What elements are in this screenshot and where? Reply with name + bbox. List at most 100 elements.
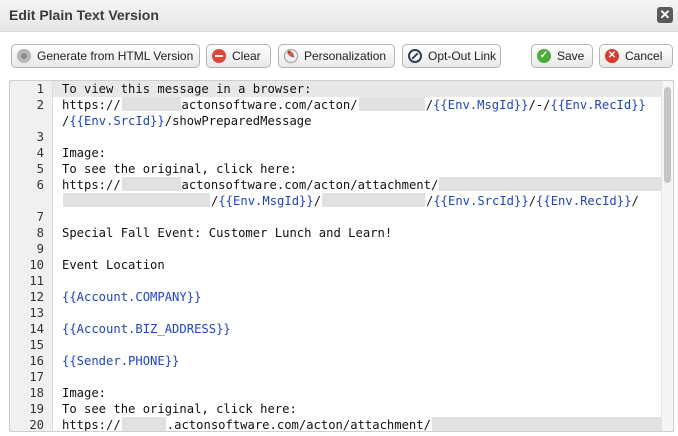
line-number: 6 bbox=[36, 178, 44, 192]
line-text: https:// actonsoftware.com/acton/ /{{Env.M… bbox=[62, 97, 646, 113]
plain-text-editor[interactable]: 1 To view this message in a browser: 2 http… bbox=[9, 80, 674, 432]
opt-out-link-button[interactable]: Opt-Out Link bbox=[402, 44, 501, 68]
editor-line[interactable]: 6 https:// actonsoftware.com/acton/attachm… bbox=[10, 177, 673, 193]
line-number: 20 bbox=[29, 418, 44, 432]
editor-line[interactable]: 17 bbox=[10, 369, 665, 385]
redacted-text bbox=[121, 417, 166, 431]
dialog-titlebar: Edit Plain Text Version ✕ bbox=[0, 0, 678, 32]
editor-line[interactable]: /{{Env.SrcId}}/showPreparedMessage bbox=[10, 113, 665, 129]
editor-line[interactable]: /{{Env.MsgId}}//{{Env.SrcId}}/{{Env.RecI… bbox=[10, 193, 665, 209]
line-number: 7 bbox=[36, 210, 44, 224]
cancel-icon: ✕ bbox=[605, 49, 619, 63]
line-number: 5 bbox=[36, 162, 44, 176]
line-text: Special Fall Event: Customer Lunch and L… bbox=[62, 225, 392, 241]
vertical-scrollbar[interactable] bbox=[661, 81, 673, 431]
redacted-text bbox=[358, 97, 425, 111]
clear-button[interactable]: Clear bbox=[206, 44, 271, 68]
gear-icon bbox=[17, 49, 31, 63]
line-text: Image: bbox=[62, 145, 106, 161]
clear-icon bbox=[212, 49, 226, 63]
redacted-text bbox=[121, 97, 181, 111]
line-text: https:// .actonsoftware.com/acton/attachm… bbox=[62, 417, 668, 432]
merge-token: {{Account.COMPANY}} bbox=[62, 290, 202, 304]
dialog-title: Edit Plain Text Version bbox=[9, 7, 159, 23]
text-segment: To view this message in a browser: bbox=[62, 82, 312, 96]
editor-line[interactable]: 3 bbox=[10, 129, 665, 145]
line-number: 4 bbox=[36, 146, 44, 160]
line-text: To see the original, click here: bbox=[62, 161, 297, 177]
line-number: 8 bbox=[36, 226, 44, 240]
text-segment: https:// bbox=[62, 98, 121, 112]
editor-line[interactable]: 14 {{Account.BIZ_ADDRESS}} bbox=[10, 321, 665, 337]
text-segment: / bbox=[313, 194, 322, 208]
merge-token: {{Env.RecId}} bbox=[536, 194, 632, 208]
line-number: 19 bbox=[29, 402, 44, 416]
text-segment: /showPreparedMessage bbox=[164, 114, 312, 128]
text-segment: Image: bbox=[62, 386, 107, 400]
line-text: Image: bbox=[62, 385, 106, 401]
generate-from-html-label: Generate from HTML Version bbox=[37, 49, 194, 63]
line-text: {{Sender.PHONE}} bbox=[62, 353, 179, 369]
line-text: /{{Env.MsgId}}//{{Env.SrcId}}/{{Env.RecI… bbox=[62, 193, 639, 209]
line-text: To see the original, click here: bbox=[62, 401, 297, 417]
redacted-text bbox=[121, 177, 181, 191]
merge-token: {{Env.MsgId}} bbox=[433, 98, 529, 112]
line-number: 2 bbox=[36, 98, 44, 112]
save-button[interactable]: ✓ Save bbox=[531, 44, 593, 68]
line-number: 3 bbox=[36, 130, 44, 144]
text-segment: /-/ bbox=[528, 98, 551, 112]
text-segment: actonsoftware.com/acton/attachment/ bbox=[181, 178, 439, 192]
text-segment: / bbox=[425, 98, 434, 112]
text-segment: To see the original, click here: bbox=[62, 162, 297, 176]
scrollbar-thumb[interactable] bbox=[664, 87, 671, 183]
line-number: 9 bbox=[36, 242, 44, 256]
personalization-label: Personalization bbox=[304, 49, 387, 63]
editor-line[interactable]: 7 bbox=[10, 209, 665, 225]
line-text: {{Account.COMPANY}} bbox=[62, 289, 201, 305]
text-segment: https:// bbox=[62, 178, 121, 192]
close-icon[interactable]: ✕ bbox=[657, 7, 673, 23]
text-segment: Special Fall Event: Customer Lunch and L… bbox=[62, 226, 393, 240]
personalization-button[interactable]: ✎ Personalization bbox=[278, 44, 395, 68]
text-segment: https:// bbox=[62, 418, 121, 432]
opt-out-link-label: Opt-Out Link bbox=[428, 49, 497, 63]
editor-line[interactable]: 2 https://actonsoftware.com/acton//{{Env.… bbox=[10, 97, 665, 113]
editor-line[interactable]: 20 https:// .actonsoftware.com/acton/attac… bbox=[10, 417, 668, 432]
cancel-label: Cancel bbox=[625, 49, 663, 63]
line-text: /{{Env.SrcId}}/showPreparedMessage bbox=[62, 113, 311, 129]
line-number: 1 bbox=[36, 82, 44, 96]
opt-out-icon bbox=[408, 49, 422, 63]
line-number: 13 bbox=[29, 306, 44, 320]
line-text: Event Location bbox=[62, 257, 165, 273]
merge-token: {{Env.SrcId}} bbox=[433, 194, 529, 208]
editor-line[interactable]: 19 To see the original, click here: bbox=[10, 401, 665, 417]
generate-from-html-button[interactable]: Generate from HTML Version bbox=[11, 44, 200, 68]
editor-line[interactable]: 5 To see the original, click here: bbox=[10, 161, 665, 177]
redacted-text bbox=[439, 177, 673, 191]
clear-label: Clear bbox=[232, 49, 261, 63]
cancel-button[interactable]: ✕ Cancel bbox=[599, 44, 673, 68]
text-segment: / bbox=[528, 194, 537, 208]
editor-line[interactable]: 15 bbox=[10, 337, 665, 353]
editor-line[interactable]: 4 Image: bbox=[10, 145, 665, 161]
line-number: 15 bbox=[29, 338, 44, 352]
editor-line[interactable]: 10 Event Location bbox=[10, 257, 665, 273]
line-number: 10 bbox=[29, 258, 44, 272]
merge-token: {{Env.MsgId}} bbox=[218, 194, 314, 208]
editor-line[interactable]: 12 {{Account.COMPANY}} bbox=[10, 289, 665, 305]
editor-line[interactable]: 16 {{Sender.PHONE}} bbox=[10, 353, 665, 369]
editor-line[interactable]: 1 To view this message in a browser: bbox=[10, 81, 665, 97]
editor-line[interactable]: 9 bbox=[10, 241, 665, 257]
save-label: Save bbox=[557, 49, 585, 63]
check-icon: ✓ bbox=[537, 49, 551, 63]
text-segment: Image: bbox=[62, 146, 107, 160]
merge-token: {{Env.RecId}} bbox=[550, 98, 646, 112]
text-segment: To see the original, click here: bbox=[62, 402, 297, 416]
line-text: https:// actonsoftware.com/acton/attachme… bbox=[62, 177, 673, 193]
editor-line[interactable]: 8 Special Fall Event: Customer Lunch and … bbox=[10, 225, 665, 241]
line-text: To view this message in a browser: bbox=[62, 81, 311, 97]
line-number: 12 bbox=[29, 290, 44, 304]
editor-line[interactable]: 11 bbox=[10, 273, 665, 289]
editor-line[interactable]: 18 Image: bbox=[10, 385, 665, 401]
editor-line[interactable]: 13 bbox=[10, 305, 665, 321]
